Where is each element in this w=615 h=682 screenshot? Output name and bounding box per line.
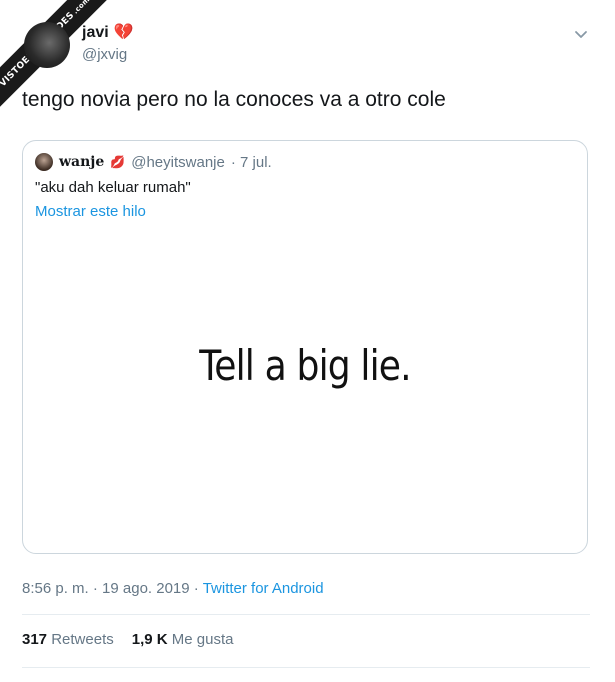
quoted-media-text: Tell a big lie. [199,341,411,390]
quoted-display-name: wanje [59,154,105,170]
retweets-stat[interactable]: 317 Retweets [22,631,114,648]
retweets-count: 317 [22,631,48,648]
quoted-handle: @heyitswanje [131,153,225,171]
quoted-text: "aku dah keluar rumah" [35,179,191,196]
user-handle[interactable]: @jxvig [82,46,134,63]
tweet-timestamp[interactable]: 8:56 p. m. · 19 ago. 2019 [22,580,190,597]
tweet-stats: 317 Retweets 1,9 K Me gusta [22,631,233,648]
likes-count: 1,9 K [131,631,168,648]
tweet-text: tengo novia pero no la conoces va a otro… [22,88,446,111]
meta-separator: · [189,580,203,597]
chevron-down-icon[interactable] [574,28,588,42]
retweets-label: Retweets [51,631,114,648]
broken-heart-icon: 💔 [113,24,134,41]
display-name-row[interactable]: javi 💔 [82,24,134,42]
divider-bottom [22,667,590,668]
show-thread-link[interactable]: Mostrar este hilo [35,203,146,220]
display-name[interactable]: javi [82,24,109,42]
likes-label: Me gusta [171,631,234,648]
divider [22,614,590,615]
quoted-date: · 7 jul. [230,153,272,171]
tweet-source-link[interactable]: Twitter for Android [203,580,324,597]
tweet-author: javi 💔 @jxvig [82,24,134,63]
chevron-down-svg [575,31,587,38]
tweet-page: VISTOENLASREDES.com javi 💔 @jxvig tengo … [0,0,615,682]
watermark-suffix: .com [71,0,92,16]
quoted-tweet-header: wanje 💋 @heyitswanje · 7 jul. [35,153,272,171]
quoted-tweet[interactable]: wanje 💋 @heyitswanje · 7 jul. "aku dah k… [22,140,588,554]
quoted-avatar [35,153,53,171]
kiss-lips-icon: 💋 [110,155,126,169]
avatar[interactable] [24,22,70,68]
likes-stat[interactable]: 1,9 K Me gusta [132,631,234,648]
tweet-meta: 8:56 p. m. · 19 ago. 2019 · Twitter for … [22,580,324,597]
